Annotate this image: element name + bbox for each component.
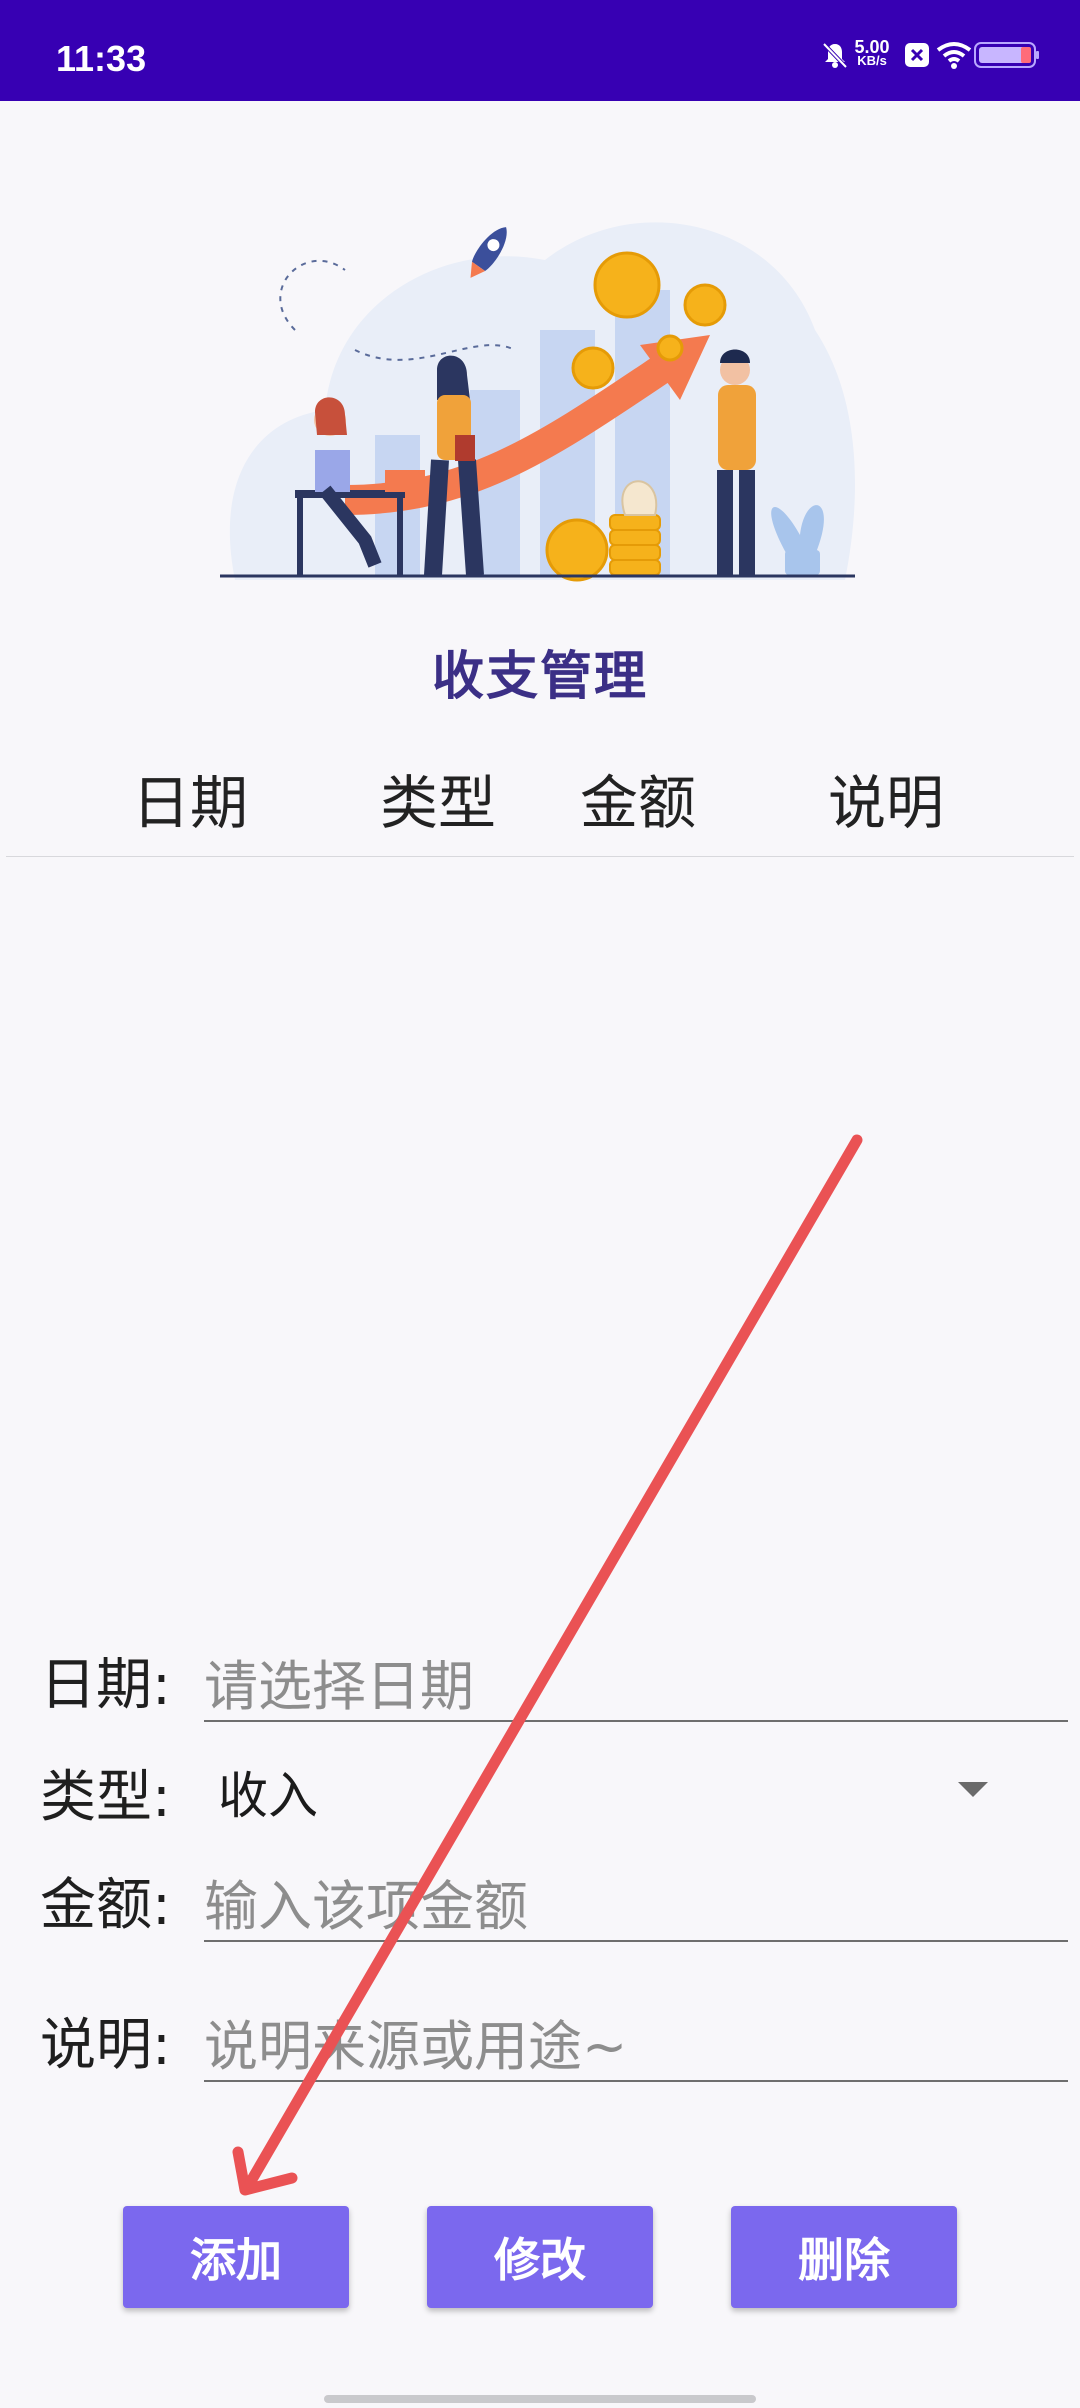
status-bar: 11:33 5.00 KB/s — [0, 0, 1080, 101]
dropdown-arrow-icon[interactable] — [958, 1782, 988, 1797]
note-underline — [204, 2080, 1068, 2082]
net-speed-value: 5.00 — [854, 37, 890, 57]
note-label: 说明: — [40, 2013, 171, 2078]
column-header-amount: 金额 — [579, 769, 696, 837]
column-header-type: 类型 — [379, 769, 496, 837]
delete-button[interactable]: 删除 — [731, 2206, 957, 2308]
date-row: 日期: 请选择日期 — [40, 1640, 1068, 1730]
battery-icon — [974, 40, 1040, 74]
type-row: 类型: 收入 — [40, 1752, 1030, 1832]
records-list[interactable] — [0, 860, 1080, 1620]
home-indicator[interactable] — [324, 2395, 756, 2403]
status-time: 11:33 — [56, 38, 147, 79]
amount-row: 金额: 输入该项金额 — [40, 1860, 1068, 1950]
header-divider — [6, 856, 1074, 857]
hero-illustration — [215, 180, 865, 600]
edit-button[interactable]: 修改 — [427, 2206, 653, 2308]
column-header-date: 日期 — [131, 769, 248, 837]
date-label: 日期: — [40, 1653, 171, 1718]
column-header-note: 说明 — [827, 769, 944, 837]
net-speed-unit: KB/s — [857, 53, 887, 68]
type-select[interactable]: 收入 — [218, 1756, 1080, 1828]
amount-underline — [204, 1940, 1068, 1942]
net-speed: 5.00 KB/s — [844, 37, 900, 68]
wifi-icon — [936, 40, 972, 74]
type-label: 类型: — [40, 1765, 171, 1830]
add-button[interactable]: 添加 — [123, 2206, 349, 2308]
x-app-icon — [904, 40, 930, 74]
amount-label: 金额: — [40, 1873, 171, 1938]
page-title: 收支管理 — [431, 647, 648, 707]
date-field[interactable]: 请选择日期 — [204, 1642, 1068, 1721]
note-row: 说明: 说明来源或用途~ — [40, 2000, 1068, 2090]
date-underline — [204, 1720, 1068, 1722]
note-field[interactable]: 说明来源或用途~ — [204, 2002, 1068, 2081]
amount-field[interactable]: 输入该项金额 — [204, 1862, 1068, 1941]
